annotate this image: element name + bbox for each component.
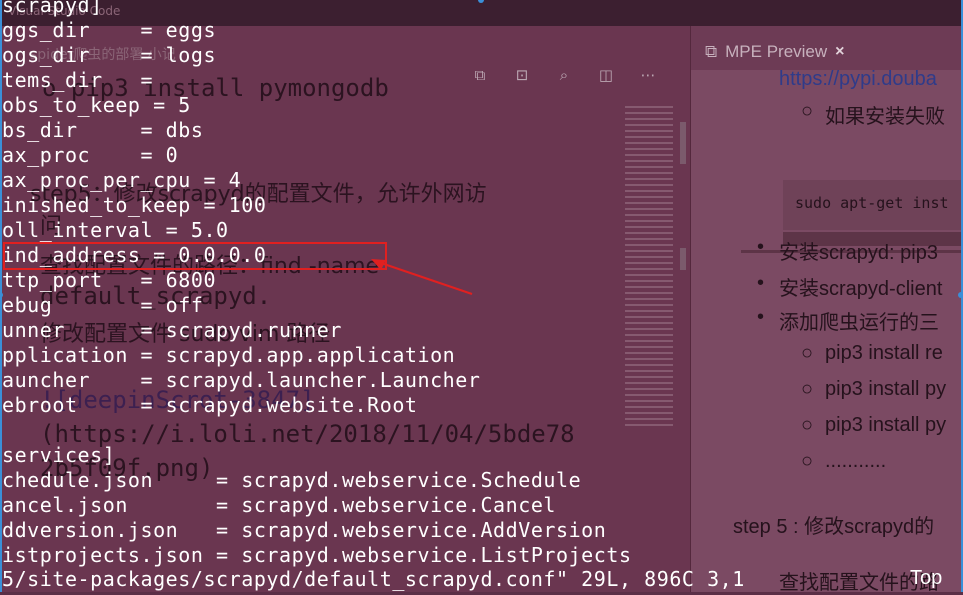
terminal-line: chedule.json = scrapyd.webservice.Schedu… (2, 468, 582, 492)
terminal-line: ax_proc_per_cpu = 4 (2, 168, 242, 192)
terminal-line: ttp_port = 6800 (2, 268, 217, 292)
terminal-line: ancel.json = scrapyd.webservice.Cancel (2, 493, 557, 517)
terminal-line: unner = scrapyd.runner (2, 318, 342, 342)
resize-handle-right[interactable] (958, 292, 963, 298)
terminal-line: auncher = scrapyd.launcher.Launcher (2, 368, 481, 392)
terminal-vim[interactable]: scrapyd] ggs_dir = eggs ogs_dir = logs t… (0, 0, 963, 592)
terminal-line: ogs_dir = logs (2, 43, 217, 67)
terminal-line: scrapyd] (2, 0, 103, 17)
terminal-line: ax_proc = 0 (2, 143, 179, 167)
terminal-line: bs_dir = dbs (2, 118, 204, 142)
terminal-line: istprojects.json = scrapyd.webservice.Li… (2, 543, 632, 567)
terminal-line: services] (2, 443, 116, 467)
terminal-line: ebroot = scrapyd.website.Root (2, 393, 418, 417)
highlight-box (3, 242, 387, 270)
vim-status-line: 5/site-packages/scrapyd/default_scrapyd.… (2, 567, 745, 591)
terminal-line: tems_dir = (2, 68, 154, 92)
terminal-line: ebug = off (2, 293, 204, 317)
terminal-line: ddversion.json = scrapyd.webservice.AddV… (2, 518, 607, 542)
terminal-line: obs_to_keep = 5 (2, 93, 191, 117)
terminal-line: ggs_dir = eggs (2, 18, 217, 42)
vim-scroll-position: Top (910, 567, 943, 589)
terminal-line: oll_interval = 5.0 (2, 218, 229, 242)
terminal-line: pplication = scrapyd.app.application (2, 343, 456, 367)
terminal-line: inished_to_keep = 100 (2, 193, 267, 217)
